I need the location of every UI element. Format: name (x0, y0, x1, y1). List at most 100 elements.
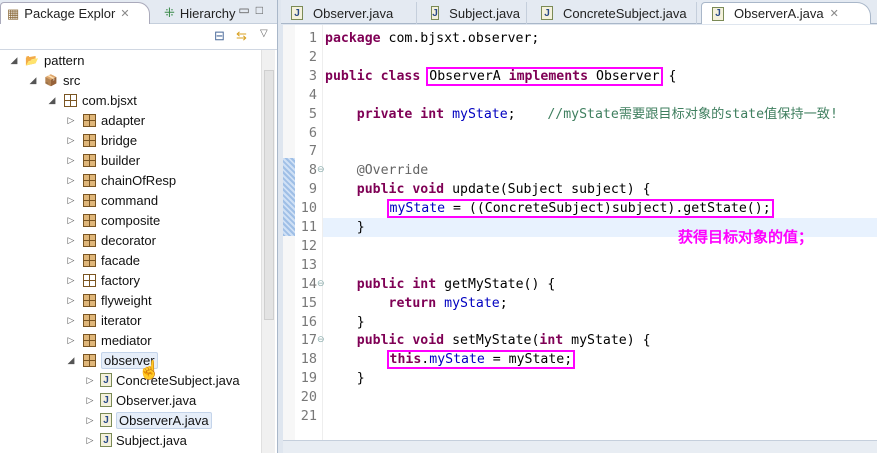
code-editor[interactable]: 1 2 3 4 5 6 7 8 ⊖ 9 10 11 12 13 14 ⊖ 15 16 17 ⊖ 18 19 20 21 pac… (283, 25, 877, 445)
line-number: 20 (300, 389, 317, 406)
tree-item[interactable]: ◢ 📦 src (0, 70, 260, 90)
tree-item[interactable]: ▷ factory (0, 270, 260, 290)
package-icon (81, 332, 97, 348)
code-token: public (356, 333, 405, 349)
view-menu-icon[interactable]: ▽ (260, 28, 268, 39)
line-number: 17 (300, 332, 317, 349)
expanded-arrow-icon[interactable]: ◢ (27, 75, 39, 86)
collapsed-arrow-icon[interactable]: ▷ (65, 275, 77, 286)
expanded-arrow-icon[interactable]: ◢ (8, 55, 20, 66)
collapsed-arrow-icon[interactable]: ▷ (65, 215, 77, 226)
tree-item[interactable]: ▷ iterator (0, 310, 260, 330)
java-file-icon: J (431, 6, 440, 20)
tree-item[interactable]: ▷ bridge (0, 130, 260, 150)
code-line: this.myState = myState; (325, 350, 576, 370)
package-icon (81, 212, 97, 228)
tree-item[interactable]: ▷ J ConcreteSubject.java (0, 370, 260, 390)
hierarchy-icon: ⁜ (164, 5, 175, 20)
collapsed-arrow-icon[interactable]: ▷ (65, 335, 77, 346)
code-line: package com.bjsxt.observer; (325, 29, 539, 48)
annotation-note: 获得目标对象的值； (678, 229, 814, 246)
collapsed-arrow-icon[interactable]: ▷ (65, 255, 77, 266)
package-icon (81, 272, 97, 288)
minimize-icon[interactable]: ▭ (238, 3, 255, 17)
tree-item-label: bridge (101, 132, 138, 148)
line-number: 18 (300, 351, 317, 368)
editor-tab[interactable]: J Observer.java (281, 2, 417, 24)
code-token: setMyState( (444, 333, 540, 349)
code-line: private int myState; //myState需要跟目标对象的st… (325, 105, 838, 124)
close-icon[interactable]: ✕ (830, 7, 839, 20)
tree-item[interactable]: ▷ adapter (0, 110, 260, 130)
collapsed-arrow-icon[interactable]: ▷ (65, 195, 77, 206)
package-icon (81, 252, 97, 268)
editor-tab[interactable]: J Subject.java (421, 2, 527, 24)
tree-item[interactable]: ◢ observer (0, 350, 260, 370)
collapsed-arrow-icon[interactable]: ▷ (65, 135, 77, 146)
fold-icon[interactable]: ⊖ (317, 278, 325, 289)
tree-item-label: pattern (44, 52, 85, 68)
view-toolbar: ⊟ ⇆ ▽ (0, 24, 277, 50)
line-number: 6 (308, 124, 317, 141)
tree-item[interactable]: ▷ J Subject.java (0, 430, 260, 450)
line-number: 8 (308, 162, 317, 179)
tree-item[interactable]: ▷ command (0, 190, 260, 210)
fold-icon[interactable]: ⊖ (317, 334, 325, 345)
maximize-icon[interactable]: □ (256, 3, 269, 17)
collapsed-arrow-icon[interactable]: ▷ (65, 175, 77, 186)
tree-item[interactable]: ▷ chainOfResp (0, 170, 260, 190)
code-token: } (325, 220, 365, 235)
tree-item[interactable]: ▷ J ObserverA.java (0, 410, 260, 430)
package-explorer-icon: ▦ (7, 5, 20, 21)
tree-item[interactable]: ▷ facade (0, 250, 260, 270)
highlight-box: myState = ((ConcreteSubject)subject).get… (386, 199, 774, 219)
tab-hierarchy[interactable]: ⁜ Hierarchy (158, 2, 242, 24)
code-token: myState (444, 295, 500, 311)
tree-scrollbar[interactable] (261, 50, 275, 453)
left-tab-bar: ▦ Package Explor ✕ ⁜ Hierarchy ▭□ (0, 0, 277, 24)
tree-item-label: ObserverA.java (116, 411, 212, 429)
collapsed-arrow-icon[interactable]: ▷ (65, 115, 77, 126)
tree-item[interactable]: ▷ mediator (0, 330, 260, 350)
collapsed-arrow-icon[interactable]: ▷ (65, 315, 77, 326)
link-with-editor-icon[interactable]: ⇆ (236, 28, 247, 44)
code-line: public int getMyState() { (325, 275, 556, 294)
editor-tab[interactable]: J ConcreteSubject.java (531, 2, 697, 24)
tree-item[interactable]: ▷ J Observer.java (0, 390, 260, 410)
collapsed-arrow-icon[interactable]: ▷ (84, 375, 96, 386)
code-token: myState) { (563, 333, 651, 349)
tab-package-explorer[interactable]: ▦ Package Explor ✕ (0, 2, 150, 24)
close-icon[interactable]: ✕ (120, 7, 129, 20)
java-file-icon: J (712, 6, 724, 21)
collapse-all-icon[interactable]: ⊟ (214, 28, 225, 44)
tree-item[interactable]: ◢ 📂 pattern (0, 50, 260, 70)
code-token: } (325, 371, 365, 387)
line-number: 13 (300, 256, 317, 273)
tree-item[interactable]: ▷ composite (0, 210, 260, 230)
expanded-arrow-icon[interactable]: ◢ (65, 355, 77, 366)
collapsed-arrow-icon[interactable]: ▷ (84, 435, 96, 446)
editor-horizontal-scrollbar[interactable] (283, 440, 877, 453)
collapsed-arrow-icon[interactable]: ▷ (84, 415, 96, 426)
tree-item-label: decorator (101, 232, 156, 248)
collapsed-arrow-icon[interactable]: ▷ (84, 395, 96, 406)
code-token: getMyState() { (436, 276, 556, 292)
collapsed-arrow-icon[interactable]: ▷ (65, 295, 77, 306)
package-icon (81, 232, 97, 248)
tree-item-label: mediator (101, 332, 152, 348)
code-token: int (539, 333, 564, 349)
java-file-icon: J (100, 433, 112, 447)
tree-item[interactable]: ▷ builder (0, 150, 260, 170)
editor-tab[interactable]: J ObserverA.java ✕ (701, 2, 871, 24)
tree-item[interactable]: ◢ com.bjsxt (0, 90, 260, 110)
tree-item-label: flyweight (101, 292, 152, 308)
expanded-arrow-icon[interactable]: ◢ (46, 95, 58, 106)
tree-item[interactable]: ▷ decorator (0, 230, 260, 250)
collapsed-arrow-icon[interactable]: ▷ (65, 155, 77, 166)
fold-icon[interactable]: ⊖ (317, 164, 325, 175)
tree-item[interactable]: ▷ flyweight (0, 290, 260, 310)
code-line: public void setMyState(int myState) { (325, 331, 651, 350)
collapsed-arrow-icon[interactable]: ▷ (65, 235, 77, 246)
